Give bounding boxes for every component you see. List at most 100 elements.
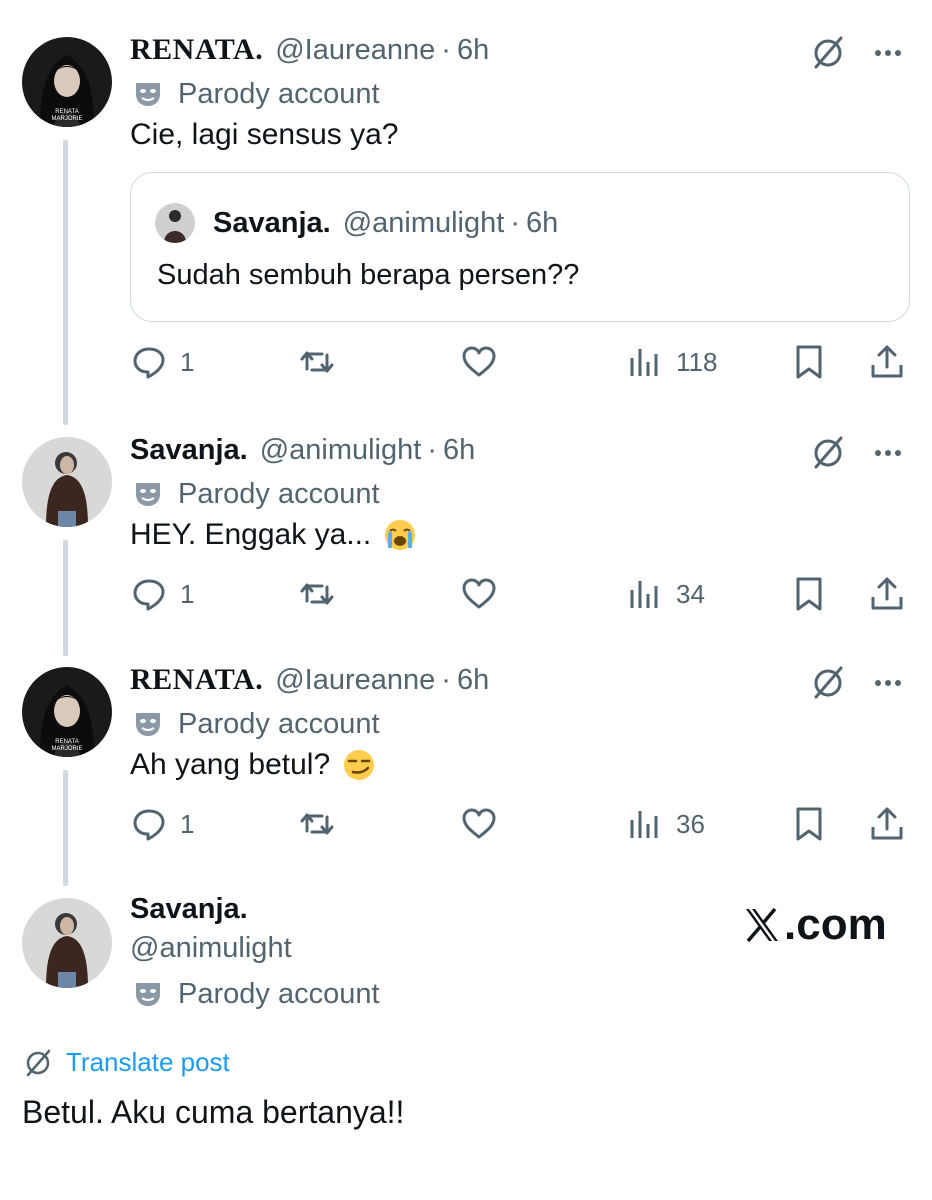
parody-label: Parody account [134,704,380,744]
retweet-icon [300,351,334,373]
display-name[interactable]: RENATA. [130,663,263,697]
parody-text: Parody account [178,977,380,1010]
share-button[interactable] [868,802,906,846]
parody-text: Parody account [178,707,380,740]
view-count: 36 [676,808,705,839]
avatar[interactable]: RENATA MARJORIE [22,37,112,127]
tweet-text-content: Ah yang betul? [130,748,331,781]
share-icon [871,345,903,378]
views-button[interactable]: 36 [626,802,705,846]
more-icon[interactable] [868,662,908,702]
like-button[interactable] [460,572,498,616]
loudly-crying-face-icon [385,520,416,550]
more-icon[interactable] [868,32,908,72]
bookmark-button[interactable] [790,572,828,616]
reply-count: 1 [180,808,195,839]
tweet[interactable]: Savanja. @animulight · 6h Parody account… [0,430,932,630]
separator: · [510,206,520,239]
quoted-tweet[interactable]: Savanja. @animulight · 6h Sudah sembuh b… [130,172,910,322]
timestamp[interactable]: 6h [457,34,489,67]
avatar [155,203,195,243]
grok-icon[interactable] [808,432,848,472]
avatar-caption: MARJORIE [51,746,82,752]
quote-header: Savanja. @animulight · 6h [213,203,558,243]
heart-icon [462,346,496,377]
views-button[interactable]: 34 [626,572,705,616]
bookmark-icon [796,345,822,379]
tweet-text: Cie, lagi sensus ya? [130,118,398,152]
mask-icon [136,483,160,506]
user-handle[interactable]: @Iaureanne [275,664,435,697]
quote-text: Sudah sembuh berapa persen?? [157,259,580,291]
mask-icon [136,713,160,736]
tweet-header: RENATA. @Iaureanne · 6h [130,660,489,700]
action-bar: 1 118 [130,340,910,384]
heart-icon [462,578,496,609]
mask-icon [136,83,160,106]
avatar[interactable]: RENATA MARJORIE [22,667,112,757]
bookmark-icon [796,577,822,611]
reply-button[interactable]: 1 [130,340,194,384]
view-count: 34 [676,578,705,609]
view-count: 118 [676,346,718,377]
like-button[interactable] [460,802,498,846]
tweet-header: Savanja. @animulight · 6h [130,430,475,470]
avatar-caption: RENATA [55,739,78,745]
user-handle: @animulight [342,206,505,239]
avatar[interactable] [22,437,112,527]
share-icon [871,577,903,610]
smirking-face-icon [344,750,375,780]
views-icon [630,581,658,608]
views-button[interactable]: 118 [626,340,717,384]
avatar[interactable] [22,898,112,988]
bookmark-button[interactable] [790,802,828,846]
grok-icon[interactable] [808,662,848,702]
separator: · [427,433,437,466]
translate-label[interactable]: Translate post [66,1047,230,1078]
x-com-watermark: .com [742,900,887,950]
avatar-caption: MARJORIE [51,116,82,122]
share-button[interactable] [868,340,906,384]
reply-button[interactable]: 1 [130,572,194,616]
avatar-caption: RENATA [55,109,78,115]
tweet[interactable]: RENATA MARJORIE RENATA. @Iaureanne · 6h … [0,30,932,390]
parody-label: Parody account [134,474,380,514]
user-handle[interactable]: @animulight [260,434,422,467]
timestamp[interactable]: 6h [457,664,489,697]
grok-icon [26,1049,51,1077]
views-icon [630,811,658,838]
tweet-text-content: Cie, lagi sensus ya? [130,118,399,151]
display-name[interactable]: Savanja. [130,893,248,926]
separator: · [441,663,451,696]
display-name[interactable]: RENATA. [130,33,263,67]
separator: · [441,33,451,66]
user-handle[interactable]: @animulight [130,932,292,965]
more-icon[interactable] [868,432,908,472]
tweet[interactable]: RENATA MARJORIE RENATA. @Iaureanne · 6h … [0,660,932,860]
reply-icon [133,347,165,379]
retweet-button[interactable] [298,572,336,616]
grok-icon[interactable] [808,32,848,72]
timestamp: 6h [525,206,559,239]
retweet-button[interactable] [298,340,336,384]
bookmark-button[interactable] [790,340,828,384]
like-button[interactable] [460,340,498,384]
action-bar: 1 36 [130,802,910,846]
translate-post-link[interactable]: Translate post [22,1042,230,1082]
parody-text: Parody account [178,477,380,510]
parody-label: Parody account [134,74,380,114]
reply-count: 1 [180,578,195,609]
share-button[interactable] [868,572,906,616]
reply-icon [133,579,165,611]
tweet-text-content: HEY. Enggak ya... [130,518,372,551]
tweet-text: HEY. Enggak ya... [130,518,417,552]
display-name: Savanja. [213,206,331,239]
reply-button[interactable]: 1 [130,802,194,846]
timestamp[interactable]: 6h [443,434,475,467]
user-handle[interactable]: @Iaureanne [275,34,435,67]
x-logo-icon [746,907,778,943]
bookmark-icon [796,807,822,841]
display-name[interactable]: Savanja. [130,434,248,467]
retweet-button[interactable] [298,802,336,846]
action-bar: 1 34 [130,572,910,616]
